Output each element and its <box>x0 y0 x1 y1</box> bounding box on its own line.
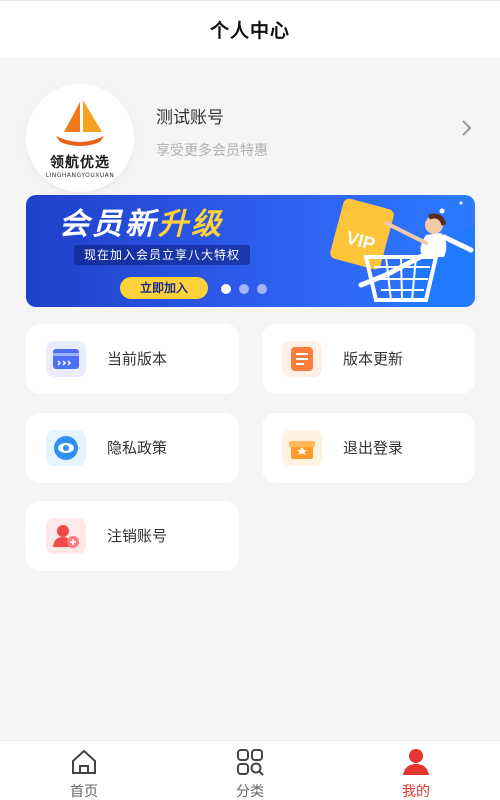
menu-logout[interactable]: 退出登录 <box>262 413 475 483</box>
logo-subtext: LINGHANGYOUXUAN <box>45 171 115 179</box>
account-name: 测试账号 <box>156 108 224 128</box>
menu-label: 退出登录 <box>343 439 404 457</box>
carousel-dot[interactable] <box>257 284 267 294</box>
delete-account-icon <box>46 518 86 554</box>
tab-bar: 首页 分类 我的 <box>0 740 500 800</box>
avatar[interactable]: 领航优选 LINGHANGYOUXUAN <box>26 84 134 192</box>
membership-banner[interactable]: VIP 会员新升级 现在加入会员立享八大特权 立即加入 <box>26 195 475 307</box>
vip-shopping-illustration: VIP <box>330 198 475 307</box>
category-icon <box>237 749 264 776</box>
nav-bar: 个人中心 <box>0 0 500 58</box>
carousel-indicator[interactable] <box>221 284 267 294</box>
tab-category[interactable]: 分类 <box>200 741 300 800</box>
banner-title: 会员新升级 <box>59 199 224 243</box>
banner-subtitle: 现在加入会员立享八大特权 <box>74 245 251 265</box>
menu-label: 当前版本 <box>107 350 168 368</box>
menu-current-version[interactable]: 当前版本 <box>26 324 239 394</box>
menu-delete-account[interactable]: 注销账号 <box>26 501 239 571</box>
menu-version-update[interactable]: 版本更新 <box>262 324 475 394</box>
logo-text: 领航优选 <box>50 154 110 171</box>
banner-title-main: 会员新 <box>59 207 158 242</box>
user-icon <box>403 749 429 775</box>
tab-home[interactable]: 首页 <box>34 741 134 800</box>
menu-privacy-policy[interactable]: 隐私政策 <box>26 413 239 483</box>
profile-section[interactable]: 领航优选 LINGHANGYOUXUAN 测试账号 享受更多会员特惠 <box>0 70 500 192</box>
privacy-icon <box>46 430 86 466</box>
carousel-dot[interactable] <box>221 284 231 294</box>
menu-label: 隐私政策 <box>107 439 168 457</box>
tab-label: 我的 <box>402 784 430 800</box>
update-icon <box>282 341 322 377</box>
join-now-button[interactable]: 立即加入 <box>120 277 208 299</box>
account-subtitle: 享受更多会员特惠 <box>156 143 268 159</box>
menu-label: 注销账号 <box>107 527 168 545</box>
menu-label: 版本更新 <box>343 350 404 368</box>
banner-title-highlight: 升级 <box>158 207 224 242</box>
version-icon <box>46 341 86 377</box>
chevron-right-icon[interactable] <box>458 118 474 138</box>
page-title: 个人中心 <box>209 20 290 42</box>
tab-mine[interactable]: 我的 <box>366 741 466 800</box>
home-icon <box>72 749 96 774</box>
tab-label: 首页 <box>70 784 98 800</box>
sailboat-logo-icon <box>56 99 104 146</box>
carousel-dot[interactable] <box>239 284 249 294</box>
logout-icon <box>282 430 322 466</box>
tab-label: 分类 <box>236 784 264 800</box>
